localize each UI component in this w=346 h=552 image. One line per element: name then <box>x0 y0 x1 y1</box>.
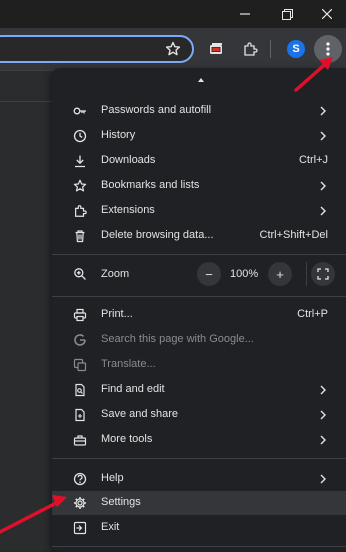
chevron-right-icon <box>320 206 326 216</box>
fullscreen-icon <box>317 268 329 280</box>
kebab-icon <box>326 42 330 56</box>
zoom-divider <box>306 262 307 286</box>
download-icon <box>72 153 88 169</box>
gear-icon <box>72 495 88 511</box>
chevron-right-icon <box>320 474 326 484</box>
bookmark-star-icon[interactable] <box>163 39 183 59</box>
google-icon <box>72 332 88 348</box>
tab-search-icon[interactable] <box>206 39 226 59</box>
zoom-in-button[interactable]: + <box>268 262 292 286</box>
zoom-out-label: − <box>205 266 213 282</box>
extensions-icon[interactable] <box>240 39 260 59</box>
zoom-level: 100% <box>230 268 259 280</box>
menu-item-history[interactable]: History <box>52 124 346 148</box>
help-icon <box>72 471 88 487</box>
menu-item-settings[interactable]: Settings <box>52 491 346 515</box>
avatar-letter: S <box>292 43 300 55</box>
save-share-icon <box>72 407 88 423</box>
zoom-out-button[interactable]: − <box>197 262 221 286</box>
menu-item-label: Extensions <box>101 204 155 216</box>
menu-item-more-tools[interactable]: More tools <box>52 428 346 452</box>
chevron-right-icon <box>320 131 326 141</box>
shortcut-label: Ctrl+Shift+Del <box>259 229 328 241</box>
menu-item-exit[interactable]: Exit <box>52 516 346 540</box>
menu-item-translate[interactable]: Translate... <box>52 353 346 377</box>
menu-divider <box>52 458 346 459</box>
chevron-right-icon <box>320 410 326 420</box>
menu-item-label: Passwords and autofill <box>101 104 212 116</box>
menu-item-bookmarks[interactable]: Bookmarks and lists <box>52 174 346 198</box>
menu-item-print[interactable]: Print... Ctrl+P <box>52 303 346 327</box>
zoom-label: Zoom <box>101 268 130 280</box>
printer-icon <box>72 307 88 323</box>
toolbox-icon <box>72 432 88 448</box>
minimize-icon[interactable] <box>226 0 264 28</box>
menu-item-label: Save and share <box>101 408 179 420</box>
close-icon[interactable] <box>308 0 346 28</box>
menu-item-find-and-edit[interactable]: Find and edit <box>52 378 346 402</box>
menu-item-downloads[interactable]: Downloads Ctrl+J <box>52 149 346 173</box>
history-icon <box>72 128 88 144</box>
menu-item-label: Bookmarks and lists <box>101 179 200 191</box>
menu-item-label: Print... <box>101 308 133 320</box>
menu-item-label: Downloads <box>101 154 156 166</box>
shortcut-label: Ctrl+P <box>297 308 328 320</box>
fullscreen-button[interactable] <box>311 262 335 286</box>
menu-item-label: History <box>101 129 136 141</box>
menu-item-label: Delete browsing data... <box>101 229 214 241</box>
zoom-in-label: + <box>276 266 284 282</box>
menu-item-save-and-share[interactable]: Save and share <box>52 403 346 427</box>
puzzle-icon <box>72 203 88 219</box>
menu-caret-icon <box>198 78 204 82</box>
menu-item-label: Search this page with Google... <box>101 333 254 345</box>
chrome-menu: Passwords and autofill History Downloads… <box>52 68 346 552</box>
trash-icon <box>72 228 88 244</box>
chevron-right-icon <box>320 181 326 191</box>
menu-divider <box>52 296 346 297</box>
chevron-right-icon <box>320 435 326 445</box>
menu-item-help[interactable]: Help <box>52 467 346 491</box>
avatar[interactable]: S <box>287 40 305 58</box>
menu-item-search-with-google[interactable]: Search this page with Google... <box>52 328 346 352</box>
title-bar <box>0 0 346 28</box>
toolbar: S <box>0 28 346 70</box>
menu-divider <box>52 546 346 547</box>
zoom-icon <box>72 266 88 282</box>
star-icon <box>72 178 88 194</box>
restore-icon[interactable] <box>268 0 306 28</box>
menu-item-delete-browsing-data[interactable]: Delete browsing data... Ctrl+Shift+Del <box>52 224 346 248</box>
toolbar-divider <box>270 40 271 58</box>
menu-item-label: More tools <box>101 433 153 445</box>
chevron-right-icon <box>320 385 326 395</box>
menu-item-label: Translate... <box>101 358 156 370</box>
menu-button[interactable] <box>314 35 342 63</box>
exit-icon <box>72 520 88 536</box>
zoom-row: Zoom − 100% + <box>52 262 346 286</box>
menu-item-label: Find and edit <box>101 383 165 395</box>
shortcut-label: Ctrl+J <box>298 154 328 166</box>
find-icon <box>72 382 88 398</box>
translate-icon <box>72 357 88 373</box>
chevron-right-icon <box>320 106 326 116</box>
menu-item-label: Exit <box>101 521 120 533</box>
menu-item-extensions[interactable]: Extensions <box>52 199 346 223</box>
menu-item-label: Settings <box>101 496 141 508</box>
menu-item-label: Help <box>101 472 124 484</box>
key-icon <box>72 103 88 119</box>
menu-divider <box>52 254 346 255</box>
page-divider <box>0 101 54 102</box>
menu-item-passwords[interactable]: Passwords and autofill <box>52 99 346 123</box>
